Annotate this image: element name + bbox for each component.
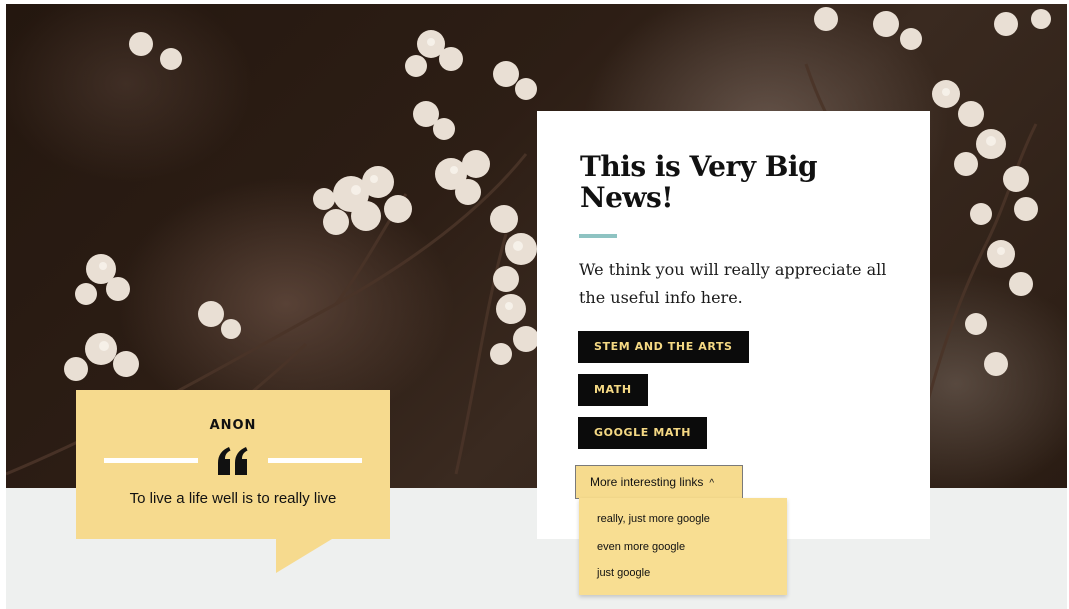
- dropdown-item-just-google[interactable]: just google: [597, 567, 650, 579]
- dropdown-item-even-more-google[interactable]: even more google: [597, 541, 685, 553]
- news-title: This is Very Big News!: [580, 150, 818, 214]
- quote-callout: ANON To live a life well is to really li…: [76, 390, 390, 539]
- news-body-text: We think you will really appreciate all …: [579, 260, 887, 307]
- tag-button-google-math[interactable]: GOOGLE MATH: [578, 417, 708, 449]
- quote-author: ANON: [209, 418, 257, 433]
- chevron-up-icon: ^: [709, 478, 715, 489]
- more-links-dropdown-menu: really, just more google even more googl…: [579, 498, 787, 595]
- news-card: This is Very Big News! We think you will…: [537, 111, 930, 539]
- title-accent-bar: [579, 234, 617, 238]
- quote-divider-right: [268, 458, 362, 463]
- dropdown-label: More interesting links: [590, 475, 704, 489]
- quote-callout-tail: [276, 539, 332, 573]
- quote-text: To live a life well is to really live: [129, 490, 337, 507]
- dropdown-item-really-just-more-google[interactable]: really, just more google: [597, 513, 710, 525]
- quote-icon: [218, 447, 248, 475]
- more-links-dropdown-toggle[interactable]: More interesting links ^: [575, 465, 743, 499]
- tag-button-math[interactable]: MATH: [578, 374, 648, 406]
- tag-button-stem-and-the-arts[interactable]: STEM AND THE ARTS: [578, 331, 749, 363]
- quote-divider-left: [104, 458, 198, 463]
- page: This is Very Big News! We think you will…: [0, 0, 1069, 609]
